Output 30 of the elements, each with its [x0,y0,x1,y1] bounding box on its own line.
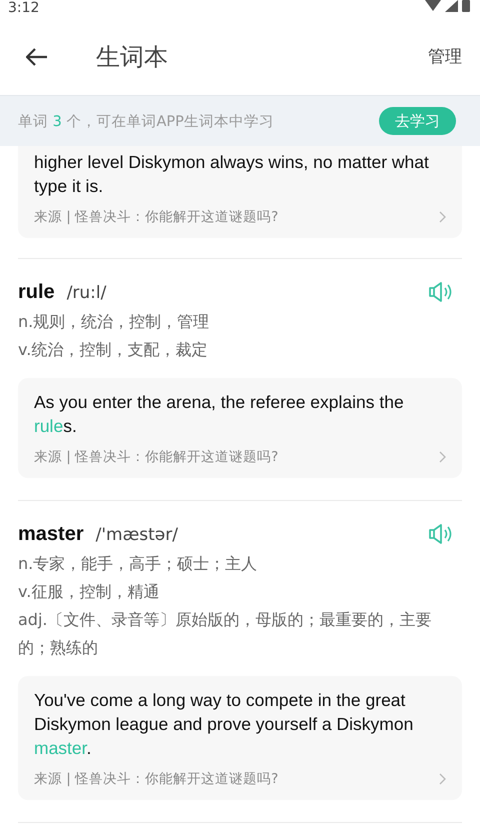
chevron-icon [439,773,446,785]
meaning: n.规则，统治，控制，管理 [18,311,210,333]
page-title: 生词本 [96,42,169,72]
speaker-icon[interactable] [428,523,454,545]
example-sentence: higher level Diskymon always wins, no matter what type it is. [34,151,430,198]
signal-icon [445,0,458,12]
example-card[interactable]: As you enter the arena, the referee explains the rules. 来源 | 怪兽决斗：你能解开这道谜题吗? [18,378,462,478]
word: master [18,523,84,546]
source-text: 来源 | 怪兽决斗：你能解开这道谜题吗? [34,770,278,788]
word: rule [18,281,55,304]
status-time: 3:12 [8,0,40,16]
battery-icon [462,0,470,12]
banner-text: 单词 3 个，可在单词APP生词本中学习 [18,112,274,130]
speaker-icon[interactable] [428,281,454,303]
chevron-icon [439,211,446,223]
phonetic: /'mæstər/ [96,525,179,545]
chevron-icon [439,451,446,463]
manage-button[interactable]: 管理 [428,45,462,68]
example-sentence: As you enter the arena, the referee explains the rules. [34,391,405,438]
example-sentence: You've come a long way to compete in the great Diskymon league and prove yourself a Diskymon master. [34,689,414,760]
meaning: v.征服，控制，精通 [18,581,160,603]
back-icon[interactable] [26,48,48,66]
example-card[interactable]: You've come a long way to compete in the great Diskymon league and prove yourself a Diskymon master. 来源 | 怪兽决斗：你能解开这道谜题吗? [18,676,462,800]
meaning: n.专家，能手，高手；硕士；主人 [18,553,258,575]
meaning: adj.〔文件、录音等〕原始版的，母版的；最重要的，主要的；熟练的 [18,609,432,659]
example-card[interactable]: higher level Diskymon always wins, no matter what type it is. 来源 | 怪兽决斗：你能解开这道谜题吗? [18,146,462,238]
phonetic: /ru:l/ [66,283,108,303]
source-text: 来源 | 怪兽决斗：你能解开这道谜题吗? [34,208,278,226]
meaning: v.统治，控制，支配，裁定 [18,339,208,361]
source-text: 来源 | 怪兽决斗：你能解开这道谜题吗? [34,448,278,466]
